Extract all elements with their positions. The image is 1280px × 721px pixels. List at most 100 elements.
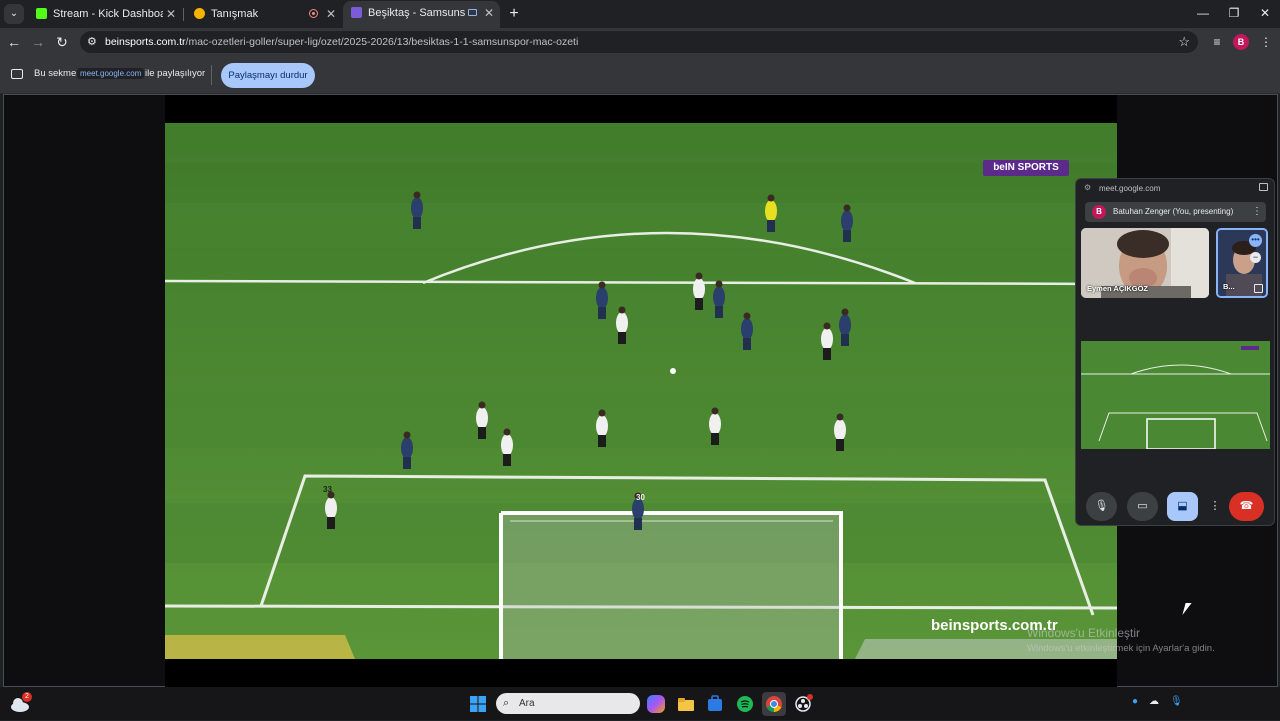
bookmark-star-icon[interactable]: ☆ [1178, 31, 1190, 53]
player [325, 497, 337, 519]
player-legs [634, 518, 642, 530]
divider [211, 65, 212, 85]
player-head [503, 428, 511, 436]
player [693, 278, 705, 300]
presenting-banner: B Batuhan Zenger (You, presenting) ⋮ [1085, 202, 1266, 222]
sharing-text-after: ile paylaşılıyor [145, 68, 206, 79]
kick-icon [36, 8, 47, 19]
back-to-tab-icon[interactable] [1259, 183, 1268, 191]
player-head [598, 409, 606, 417]
tab-strip: ⌄ Stream - Kick Dashboard ✕ Tanışmak ✕ B… [0, 0, 1280, 28]
tab-title: Tanışmak [211, 8, 259, 20]
close-window-button[interactable]: ✕ [1250, 4, 1280, 22]
back-button[interactable]: ← [4, 32, 24, 52]
tray-dot-icon[interactable]: ● [1132, 696, 1138, 707]
stop-sharing-button[interactable]: Paylaşmayı durdur [221, 63, 315, 88]
recording-icon [309, 9, 318, 18]
start-button[interactable] [466, 692, 490, 716]
player-head [478, 401, 486, 409]
windows-activation-title: Windows'u Etkinleştir [1027, 626, 1140, 640]
player [401, 437, 413, 459]
player [839, 314, 851, 336]
minimize-button[interactable]: — [1188, 4, 1218, 22]
pin-icon[interactable] [1254, 284, 1263, 293]
bein-icon [351, 7, 362, 18]
sharing-domain-chip[interactable]: meet.google.com [77, 68, 145, 79]
copilot-icon[interactable] [647, 695, 665, 713]
presenter-avatar: B [1092, 205, 1106, 219]
file-explorer-icon[interactable] [674, 692, 698, 716]
player-legs [841, 334, 849, 346]
spotify-icon[interactable] [733, 692, 757, 716]
player-legs [823, 348, 831, 360]
share-screen-icon [11, 69, 23, 79]
shared-screen-thumbnail [1081, 341, 1270, 449]
tab-search-button[interactable]: ⌄ [4, 4, 24, 24]
taskbar-search[interactable]: ⌕ Ara [496, 693, 640, 714]
end-call-button[interactable]: ☎ [1229, 492, 1264, 521]
player-legs [403, 457, 411, 469]
chrome-icon[interactable] [762, 692, 786, 716]
player [841, 210, 853, 232]
player-head [823, 322, 831, 330]
player [741, 318, 753, 340]
windows-activation-subtitle: Windows'u etkinleştirmek için Ayarlar'a … [1027, 643, 1215, 654]
tile-more-icon[interactable]: ••• [1249, 234, 1262, 247]
tab-besiktas-samsunspor[interactable]: Beşiktaş - Samsunspor Maç ✕ [343, 1, 500, 28]
camera-button[interactable]: ▭ [1127, 492, 1158, 521]
participant-tile[interactable]: Eymen AÇIKGÖZ [1081, 228, 1209, 298]
player [834, 419, 846, 441]
forward-button[interactable]: → [28, 32, 48, 52]
player-number: 30 [636, 493, 645, 502]
weather-widget[interactable]: 2 [8, 692, 32, 716]
minimize-tile-icon[interactable]: − [1250, 252, 1261, 263]
more-options-button[interactable]: ⋮ [1208, 492, 1222, 521]
microphone-button[interactable]: 🎙 [1086, 492, 1117, 521]
tab-separator [183, 8, 184, 21]
self-view-tile[interactable]: ••• − B... [1216, 228, 1268, 298]
profile-avatar[interactable]: B [1233, 34, 1249, 50]
more-options-icon[interactable]: ⋮ [1252, 202, 1262, 222]
player-legs [767, 220, 775, 232]
player-legs [327, 517, 335, 529]
player [501, 434, 513, 456]
close-tab-icon[interactable]: ✕ [484, 1, 494, 25]
player-head [836, 413, 844, 421]
obs-icon[interactable] [791, 692, 815, 716]
browser-toolbar: ← → ↻ ⚙ beinsports.com.tr/mac-ozetleri-g… [0, 28, 1280, 56]
player [476, 407, 488, 429]
tray-onedrive-icon[interactable]: ☁ [1149, 696, 1159, 707]
site-info-icon[interactable]: ⚙ [87, 34, 101, 50]
player [411, 197, 423, 219]
football-pitch [165, 123, 1117, 659]
address-bar[interactable]: ⚙ beinsports.com.tr/mac-ozetleri-goller/… [80, 31, 1198, 53]
player-number: 33 [323, 485, 332, 494]
player-legs [598, 435, 606, 447]
close-tab-icon[interactable]: ✕ [166, 2, 176, 26]
sharing-text-before: Bu sekme [34, 68, 77, 79]
reload-button[interactable]: ↻ [52, 32, 72, 52]
browser-menu-icon[interactable]: ⋮ [1256, 32, 1276, 52]
weather-badge: 2 [22, 692, 32, 702]
player-head [743, 312, 751, 320]
windows-taskbar: 2 ⌕ Ara ● ☁ 🎙 [0, 687, 1280, 720]
tray-mic-icon[interactable]: 🎙 [1170, 696, 1183, 707]
tab-meet[interactable]: Tanışmak ✕ [186, 2, 340, 26]
participant-name: B... [1223, 282, 1235, 291]
player [596, 287, 608, 309]
new-tab-button[interactable]: + [504, 4, 524, 24]
tab-kick-dashboard[interactable]: Stream - Kick Dashboard ✕ [28, 2, 180, 26]
meet-pip-window[interactable]: ⚙ meet.google.com B Batuhan Zenger (You,… [1075, 178, 1275, 526]
reading-list-icon[interactable]: ≡ [1207, 32, 1227, 52]
ball [670, 368, 676, 374]
microsoft-store-icon[interactable] [703, 692, 727, 716]
tab-title: Beşiktaş - Samsunspor Maç [368, 7, 466, 19]
site-info-icon[interactable]: ⚙ [1084, 183, 1094, 193]
match-video-frame[interactable]: beIN SPORTS beinsports.com.tr 33 30 [165, 123, 1117, 659]
present-button[interactable]: ⬓ [1167, 492, 1198, 521]
restore-button[interactable]: ❐ [1219, 4, 1249, 22]
shared-screen-preview[interactable] [1081, 341, 1270, 449]
player-head [767, 194, 775, 202]
player [821, 328, 833, 350]
close-tab-icon[interactable]: ✕ [326, 2, 336, 26]
